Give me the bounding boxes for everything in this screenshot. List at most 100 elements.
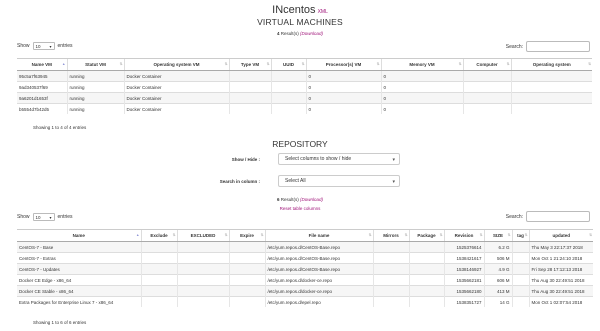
vm-cell-statut-vm: running bbox=[66, 70, 124, 82]
repo-table-header: Name ▲ Exclude ⇅ EXCLUDED ⇅ Expire ⇅ File name ⇅ M… bbox=[17, 229, 593, 242]
repo-cell-excluded bbox=[176, 285, 229, 297]
vm-table-row[interactable]: 95c5a7f63945 running Docker Container 0 0 bbox=[17, 70, 592, 82]
repo-search-label: Search: bbox=[505, 213, 523, 220]
repo-cell-file-name: /etc/yum.repos.d/CentOS-Base.repo bbox=[264, 263, 373, 275]
vm-section-title: VIRTUAL MACHINES bbox=[257, 17, 343, 27]
repo-col-exclude[interactable]: Exclude ⇅ bbox=[140, 229, 177, 242]
vm-col-label: Name VM bbox=[31, 62, 52, 67]
repo-cell-file-name: /etc/yum.repos.d/epel.repo bbox=[264, 296, 373, 307]
sort-both-icon: ⇅ bbox=[224, 233, 228, 237]
vm-col-label: Type VM bbox=[240, 62, 260, 67]
repo-length-control: Show 10 entries bbox=[17, 213, 73, 222]
repo-col-updated[interactable]: updated ⇅ bbox=[528, 229, 593, 242]
vm-col-processor-s-vm[interactable]: Processor(s) VM ⇅ bbox=[305, 58, 381, 71]
vm-col-computer[interactable]: Computer ⇅ bbox=[462, 58, 511, 71]
repo-cell-tag bbox=[511, 285, 529, 297]
vm-col-type-vm[interactable]: Type VM ⇅ bbox=[228, 58, 271, 71]
repo-col-file-name[interactable]: File name ⇅ bbox=[264, 229, 373, 242]
repo-cell-revision: 1535662180 bbox=[443, 285, 484, 297]
repo-col-name[interactable]: Name ▲ bbox=[17, 229, 141, 242]
vm-col-label: Statut VM bbox=[85, 62, 106, 67]
repo-cell-exclude bbox=[140, 263, 177, 275]
vm-search-label: Search: bbox=[505, 43, 523, 50]
xml-link[interactable]: XML bbox=[318, 9, 328, 15]
sort-both-icon: ⇅ bbox=[404, 233, 408, 237]
vm-col-uuid[interactable]: UUID ⇅ bbox=[270, 58, 306, 71]
repo-cell-mirrors bbox=[372, 296, 409, 307]
vm-cell-name-vm: 9a6201d1653f bbox=[17, 92, 67, 104]
repo-cell-tag bbox=[511, 296, 529, 307]
vm-table-row[interactable]: 9ad340537f69 running Docker Container 0 0 bbox=[17, 81, 592, 93]
repo-cell-mirrors bbox=[372, 241, 409, 253]
repo-download-link[interactable]: (Download) bbox=[300, 197, 323, 202]
repo-cell-name: CentOS-7 - Extras bbox=[17, 252, 141, 264]
repo-cell-package bbox=[408, 296, 444, 307]
sort-both-icon: ⇅ bbox=[368, 233, 372, 237]
vm-cell-operating-system bbox=[510, 70, 592, 82]
sort-both-icon: ⇅ bbox=[224, 62, 228, 66]
repo-cell-mirrors bbox=[372, 263, 409, 275]
vm-col-statut-vm[interactable]: Statut VM ⇅ bbox=[66, 58, 124, 71]
vm-cell-computer bbox=[462, 103, 511, 114]
repo-show-label: Show bbox=[17, 214, 30, 220]
vm-cell-type-vm bbox=[228, 81, 271, 93]
vm-col-memory-vm[interactable]: Memory VM ⇅ bbox=[380, 58, 463, 71]
repo-cell-name: CentOS-7 - Base bbox=[17, 241, 141, 253]
vm-page-length-select[interactable]: 10 bbox=[32, 42, 55, 51]
vm-cell-type-vm bbox=[228, 70, 271, 82]
repo-cell-expire bbox=[228, 296, 265, 307]
repo-cell-size: 4.9 G bbox=[483, 263, 512, 275]
vm-cell-name-vm: b5554d7b42d5 bbox=[17, 103, 67, 114]
repo-cell-size: 606 M bbox=[483, 274, 512, 286]
repo-cell-name: CentOS-7 - Updates bbox=[17, 263, 141, 275]
repo-table-row[interactable]: CentOS-7 - Updates/etc/yum.repos.d/CentO… bbox=[17, 263, 593, 275]
vm-col-operating-system[interactable]: Operating system ⇅ bbox=[510, 58, 592, 71]
repo-table-row[interactable]: CentOS-7 - Extras/etc/yum.repos.d/CentOS… bbox=[17, 252, 593, 264]
repo-search-input[interactable] bbox=[526, 211, 590, 222]
repo-col-excluded[interactable]: EXCLUDED ⇅ bbox=[176, 229, 229, 242]
repo-cell-size: 14 G bbox=[483, 296, 512, 307]
repo-cell-revision: 1538351727 bbox=[443, 296, 484, 307]
vm-cell-operating-system-vm: Docker Container bbox=[123, 103, 229, 114]
vm-search-input[interactable] bbox=[526, 41, 590, 52]
vm-show-label: Show bbox=[17, 43, 30, 49]
repo-col-mirrors[interactable]: Mirrors ⇅ bbox=[372, 229, 409, 242]
sort-both-icon: ⇅ bbox=[524, 233, 528, 237]
vm-col-name-vm[interactable]: Name VM ▲ bbox=[17, 58, 67, 71]
vm-download-link[interactable]: (Download) bbox=[300, 31, 323, 36]
repo-table-row[interactable]: Extra Packages for Enterprise Linux 7 - … bbox=[17, 296, 593, 307]
repo-cell-updated: Fri Sep 28 17:12:13 2018 bbox=[528, 263, 593, 275]
vm-table-row[interactable]: b5554d7b42d5 running Docker Container 0 0 bbox=[17, 103, 592, 114]
repo-cell-tag bbox=[511, 263, 529, 275]
repo-col-expire[interactable]: Expire ⇅ bbox=[228, 229, 265, 242]
repo-col-revision[interactable]: Revision ⇅ bbox=[443, 229, 484, 242]
sort-asc-icon: ▲ bbox=[62, 62, 66, 66]
repo-table-row[interactable]: Docker CE Edge - x86_64/etc/yum.repos.d/… bbox=[17, 274, 593, 286]
repo-page-length-select[interactable]: 10 bbox=[32, 213, 55, 222]
vm-col-operating-system-vm[interactable]: Operating system VM ⇅ bbox=[123, 58, 229, 71]
vm-cell-type-vm bbox=[228, 103, 271, 114]
vm-col-label: Processor(s) VM bbox=[325, 62, 362, 67]
repo-col-label: tag bbox=[517, 233, 524, 238]
vm-search: Search: bbox=[506, 41, 590, 52]
show-hide-columns-select[interactable]: Select columns to show / hide bbox=[278, 153, 400, 165]
search-column-select[interactable]: Select All bbox=[278, 175, 400, 187]
vm-cell-uuid bbox=[270, 70, 306, 82]
repo-col-package[interactable]: Package ⇅ bbox=[408, 229, 444, 242]
repo-table-row[interactable]: Docker CE Stable - x86_64/etc/yum.repos.… bbox=[17, 285, 593, 297]
repo-cell-mirrors bbox=[372, 274, 409, 286]
repo-table-row[interactable]: CentOS-7 - Base/etc/yum.repos.d/CentOS-B… bbox=[17, 241, 593, 253]
repo-cell-mirrors bbox=[372, 252, 409, 264]
vm-cell-name-vm: 95c5a7f63945 bbox=[17, 70, 67, 82]
repo-col-tag[interactable]: tag ⇅ bbox=[511, 229, 529, 242]
repo-cell-size: 506 M bbox=[483, 252, 512, 264]
vm-cell-processor-s-vm: 0 bbox=[305, 70, 381, 82]
repo-cell-excluded bbox=[176, 274, 229, 286]
repo-cell-excluded bbox=[176, 252, 229, 264]
repo-cell-name: Docker CE Stable - x86_64 bbox=[17, 285, 141, 297]
repo-col-size[interactable]: SIZE ⇅ bbox=[483, 229, 512, 242]
vm-cell-operating-system bbox=[510, 81, 592, 93]
vm-table-row[interactable]: 9a6201d1653f running Docker Container 0 0 bbox=[17, 92, 592, 104]
repo-cell-expire bbox=[228, 285, 265, 297]
sort-both-icon: ⇅ bbox=[260, 233, 264, 237]
